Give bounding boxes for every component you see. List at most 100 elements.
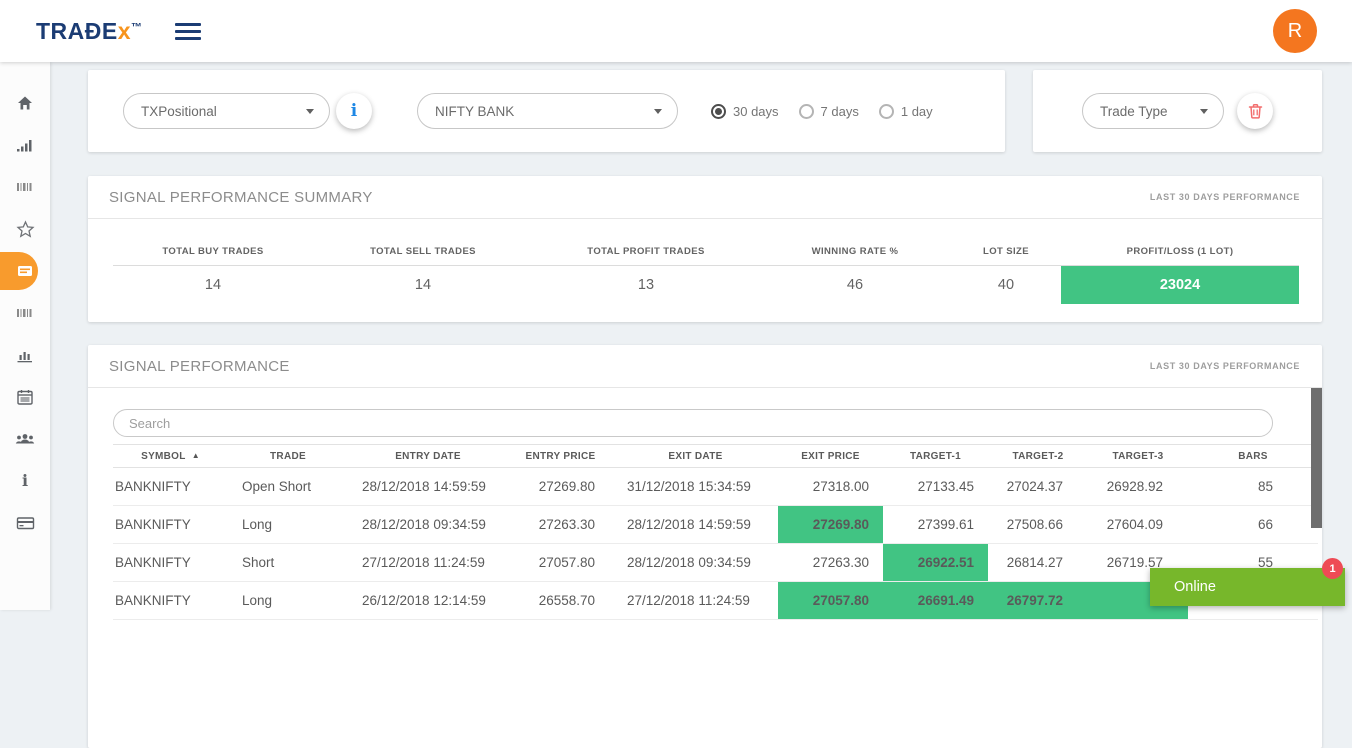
- table-cell: Open Short: [228, 467, 348, 506]
- metric-label: TOTAL BUY TRADES: [113, 246, 313, 266]
- strategy-select-value: TXPositional: [141, 103, 217, 119]
- table-cell: 28/12/2018 09:34:59: [348, 505, 508, 544]
- table-cell: 27399.61: [883, 505, 988, 544]
- table-cell: BANKNIFTY: [113, 505, 228, 544]
- metric-value: 46: [846, 277, 864, 293]
- table-cell: BANKNIFTY: [113, 543, 228, 582]
- logo-accent: x: [117, 17, 132, 44]
- table-cell: 26922.51: [883, 543, 988, 582]
- column-header-trade[interactable]: TRADE: [228, 444, 348, 468]
- column-header-entry-price[interactable]: ENTRY PRICE: [508, 444, 613, 468]
- home-icon: [18, 96, 32, 110]
- table-cell: 66: [1188, 505, 1318, 544]
- table-cell: 27263.30: [778, 543, 883, 582]
- filter-card: TXPositional i NIFTY BANK 30 days 7 days: [88, 70, 1005, 152]
- column-header-target-3[interactable]: TARGET-3: [1088, 444, 1188, 468]
- top-header: TRAÐEx™ R: [0, 0, 1352, 62]
- sidebar-item-favorites[interactable]: [0, 208, 50, 250]
- period-radio-group: 30 days 7 days 1 day: [711, 103, 933, 119]
- notification-badge: 1: [1322, 558, 1343, 579]
- table-cell: 28/12/2018 09:34:59: [613, 543, 778, 582]
- signal-performance-summary-card: SIGNAL PERFORMANCE SUMMARY LAST 30 DAYS …: [88, 176, 1322, 322]
- logo-tm: ™: [131, 20, 143, 33]
- table-cell: 26814.27: [988, 543, 1088, 582]
- column-header-target-1[interactable]: TARGET-1: [883, 444, 988, 468]
- sidebar-item-calendar[interactable]: [0, 376, 50, 418]
- calendar-icon: [17, 390, 33, 405]
- sidebar-item-info[interactable]: i: [0, 460, 50, 502]
- sidebar-item-performance[interactable]: [0, 124, 50, 166]
- online-status-label: Online: [1174, 579, 1216, 595]
- chevron-down-icon: [1200, 108, 1208, 114]
- radio-label: 30 days: [733, 103, 779, 119]
- table-cell: 26691.49: [883, 581, 988, 620]
- table-cell: 27269.80: [778, 505, 883, 544]
- avatar[interactable]: R: [1273, 9, 1317, 53]
- radio-1-day[interactable]: 1 day: [878, 103, 933, 119]
- table-cell: 28/12/2018 14:59:59: [348, 467, 508, 506]
- sidebar-item-scanner[interactable]: [0, 166, 50, 208]
- strategy-select[interactable]: TXPositional: [123, 93, 330, 129]
- table-cell: 27057.80: [778, 581, 883, 620]
- table-scrollbar[interactable]: [1311, 388, 1322, 528]
- table-cell: 26/12/2018 12:14:59: [348, 581, 508, 620]
- metric-label: TOTAL PROFIT TRADES: [533, 246, 759, 266]
- radio-label: 1 day: [900, 103, 933, 119]
- info-icon: i: [21, 471, 29, 490]
- column-header-target-2[interactable]: TARGET-2: [988, 444, 1088, 468]
- menu-icon[interactable]: [174, 19, 201, 44]
- signal-bars-icon: [17, 140, 32, 152]
- metric-value: 14: [414, 277, 432, 293]
- trade-type-card: Trade Type: [1033, 70, 1322, 152]
- strategy-info-button[interactable]: i: [336, 93, 372, 129]
- table-cell: 27318.00: [778, 467, 883, 506]
- main-content: TXPositional i NIFTY BANK 30 days 7 days: [50, 70, 1352, 748]
- trade-type-select-value: Trade Type: [1100, 103, 1168, 119]
- table-cell: 27263.30: [508, 505, 613, 544]
- app-logo: TRAÐEx™: [36, 18, 143, 45]
- sidebar-item-signals-active[interactable]: [0, 250, 50, 292]
- sort-asc-icon: ▲: [191, 450, 200, 460]
- users-icon: [15, 434, 35, 444]
- radio-label: 7 days: [820, 103, 859, 119]
- bar-chart-icon: [17, 352, 32, 363]
- metric-value: 13: [637, 277, 655, 293]
- column-header-exit-date[interactable]: EXIT DATE: [613, 444, 778, 468]
- table-cell: 85: [1188, 467, 1318, 506]
- sidebar-item-home[interactable]: [0, 82, 50, 124]
- metric-value: 40: [997, 277, 1015, 293]
- radio-7-days[interactable]: 7 days: [798, 103, 859, 119]
- sidebar-item-analytics[interactable]: [0, 334, 50, 376]
- summary-period-label: LAST 30 DAYS PERFORMANCE: [1149, 192, 1300, 202]
- instrument-select-value: NIFTY BANK: [435, 103, 515, 119]
- table-row: BANKNIFTY Short 27/12/2018 11:24:59 27057.8…: [113, 543, 1318, 582]
- instrument-select[interactable]: NIFTY BANK: [417, 93, 678, 129]
- table-cell: 26797.72: [988, 581, 1088, 620]
- column-header-exit-price[interactable]: EXIT PRICE: [778, 444, 883, 468]
- table-cell: 28/12/2018 14:59:59: [613, 505, 778, 544]
- star-icon: [15, 219, 35, 238]
- table-cell: BANKNIFTY: [113, 467, 228, 506]
- column-header-bars[interactable]: BARS: [1188, 444, 1318, 468]
- radio-30-days[interactable]: 30 days: [711, 103, 779, 119]
- table-cell: 27/12/2018 11:24:59: [613, 581, 778, 620]
- sidebar-item-community[interactable]: [0, 418, 50, 460]
- table-cell: 27508.66: [988, 505, 1088, 544]
- signal-performance-card: SIGNAL PERFORMANCE LAST 30 DAYS PERFORMA…: [88, 345, 1322, 748]
- column-header-entry-date[interactable]: ENTRY DATE: [348, 444, 508, 468]
- search-input[interactable]: [113, 409, 1273, 437]
- performance-title: SIGNAL PERFORMANCE: [109, 357, 290, 375]
- metric-label: PROFIT/LOSS (1 LOT): [1061, 246, 1299, 266]
- clear-filter-button[interactable]: [1237, 93, 1273, 129]
- column-header-symbol[interactable]: SYMBOL ▲: [113, 444, 228, 468]
- table-cell: Long: [228, 581, 348, 620]
- metric-value: 14: [204, 277, 222, 293]
- chevron-down-icon: [306, 108, 314, 114]
- trade-type-select[interactable]: Trade Type: [1082, 93, 1224, 129]
- summary-title: SIGNAL PERFORMANCE SUMMARY: [109, 188, 373, 206]
- online-status-toast: Online: [1150, 568, 1345, 606]
- sidebar-item-billing[interactable]: [0, 502, 50, 544]
- signal-performance-table: SYMBOL ▲ TRADE ENTRY DATE ENTRY PRICE EXIT DA…: [113, 444, 1318, 620]
- sidebar-item-scanner-2[interactable]: [0, 292, 50, 334]
- table-cell: 27/12/2018 11:24:59: [348, 543, 508, 582]
